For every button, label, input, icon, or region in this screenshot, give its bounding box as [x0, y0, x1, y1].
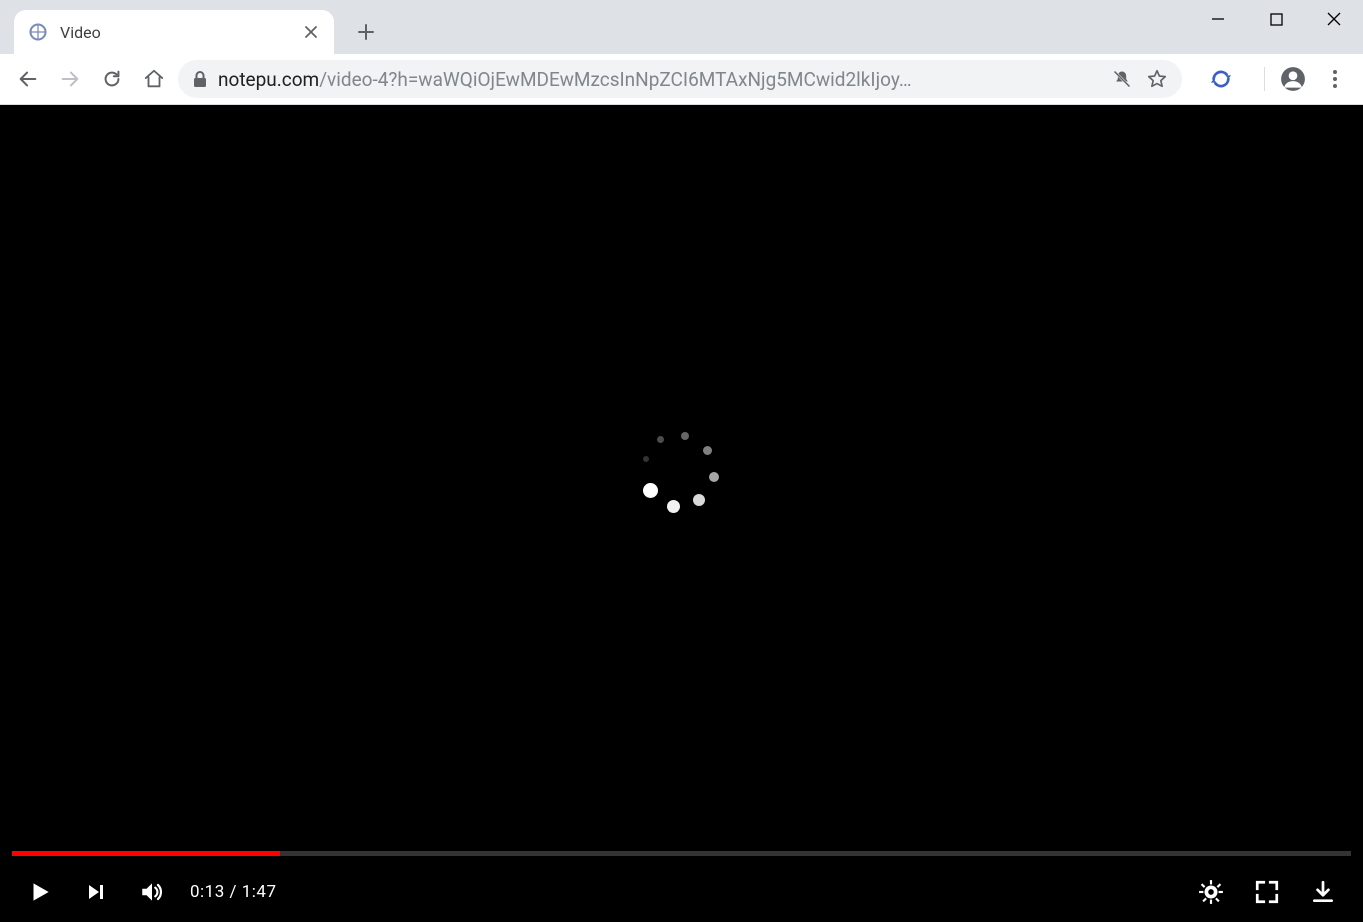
- time-separator: /: [225, 882, 242, 902]
- volume-button[interactable]: [130, 870, 174, 914]
- video-controls: 0:13 / 1:47: [0, 862, 1363, 922]
- fullscreen-button[interactable]: [1245, 870, 1289, 914]
- browser-menu-button[interactable]: [1317, 61, 1353, 97]
- home-button[interactable]: [136, 61, 172, 97]
- address-bar-url: notepu.com/video-4?h=waWQiOjEwMDEwMzcsIn…: [218, 68, 1102, 91]
- tab-title: Video: [60, 23, 290, 42]
- download-button[interactable]: [1301, 870, 1345, 914]
- tab-close-button[interactable]: [302, 23, 320, 41]
- tab-favicon-icon: [28, 22, 48, 42]
- reload-button[interactable]: [94, 61, 130, 97]
- time-current: 0:13: [190, 882, 225, 902]
- browser-titlebar: Video: [0, 0, 1363, 54]
- settings-button[interactable]: [1189, 870, 1233, 914]
- loading-spinner-icon: [637, 428, 727, 518]
- play-button[interactable]: [18, 870, 62, 914]
- nav-back-button[interactable]: [10, 61, 46, 97]
- next-button[interactable]: [74, 870, 118, 914]
- video-progress-bar[interactable]: [12, 851, 1351, 856]
- new-tab-button[interactable]: [348, 14, 384, 50]
- profile-avatar-button[interactable]: [1275, 61, 1311, 97]
- extension-sync-icon[interactable]: [1210, 68, 1232, 90]
- address-bar[interactable]: notepu.com/video-4?h=waWQiOjEwMDEwMzcsIn…: [178, 60, 1182, 98]
- video-surface[interactable]: 0:13 / 1:47: [0, 105, 1363, 922]
- time-duration: 1:47: [242, 882, 277, 902]
- video-progress-played: [12, 851, 280, 856]
- nav-forward-button[interactable]: [52, 61, 88, 97]
- bookmark-star-button[interactable]: [1146, 68, 1168, 90]
- window-minimize-button[interactable]: [1189, 0, 1247, 38]
- url-domain: notepu.com: [218, 68, 319, 91]
- notifications-muted-icon[interactable]: [1112, 69, 1132, 89]
- window-controls: [1189, 0, 1363, 38]
- window-maximize-button[interactable]: [1247, 0, 1305, 38]
- lock-icon: [192, 70, 208, 88]
- url-path: /video-4?h=waWQiOjEwMDEwMzcsInNpZCI6MTAx…: [319, 68, 911, 91]
- browser-toolbar: notepu.com/video-4?h=waWQiOjEwMDEwMzcsIn…: [0, 54, 1363, 105]
- toolbar-divider: [1264, 67, 1265, 91]
- time-display: 0:13 / 1:47: [190, 882, 277, 902]
- window-close-button[interactable]: [1305, 0, 1363, 38]
- browser-tab[interactable]: Video: [14, 10, 334, 54]
